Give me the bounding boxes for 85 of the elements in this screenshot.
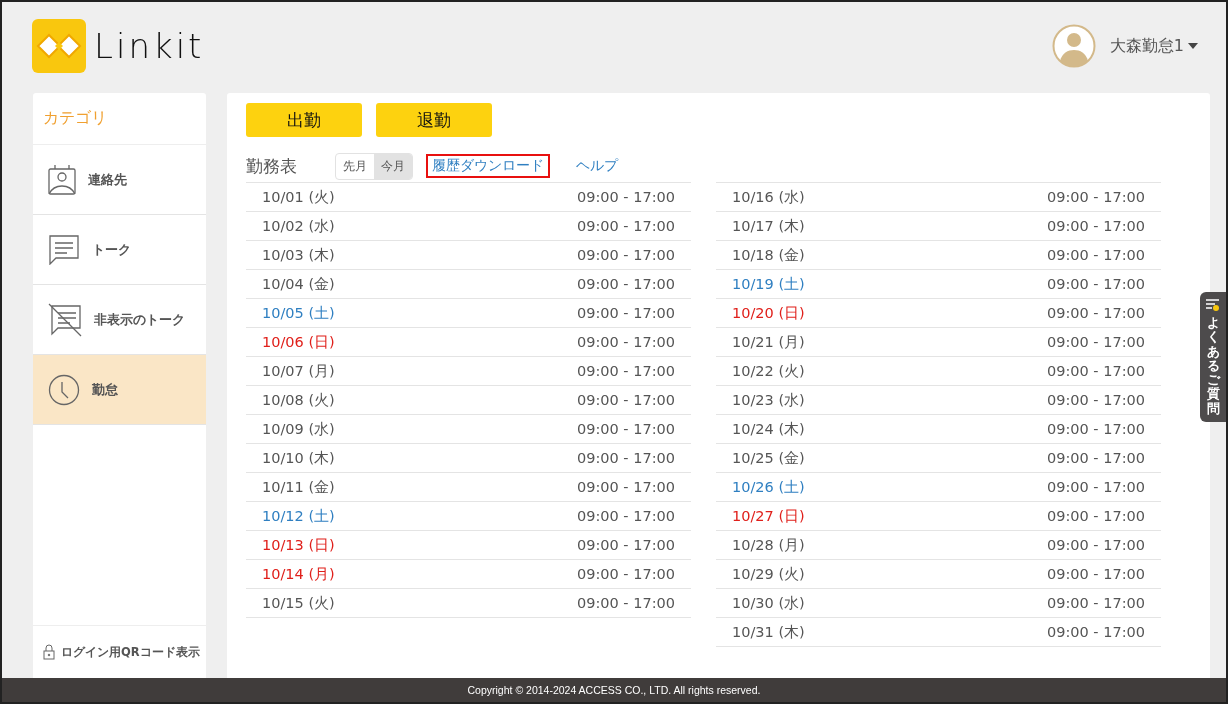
date-cell: 10/08 (火)	[262, 390, 335, 410]
time-cell: 09:00 - 17:00	[1046, 450, 1145, 466]
date-cell: 10/05 (土)	[262, 303, 335, 323]
date-cell: 10/27 (日)	[732, 506, 805, 526]
time-cell: 09:00 - 17:00	[576, 218, 675, 234]
time-cell: 09:00 - 17:00	[1046, 508, 1145, 524]
time-cell: 09:00 - 17:00	[1046, 305, 1145, 321]
time-cell: 09:00 - 17:00	[1046, 218, 1145, 234]
date-cell: 10/19 (土)	[732, 274, 805, 294]
date-cell: 10/09 (水)	[262, 419, 335, 439]
text-link[interactable]: 履歴ダウンロード	[426, 154, 550, 178]
copyright-text: Copyright © 2014-2024 ACCESS CO., LTD. All rights reserved.	[467, 684, 761, 696]
date-cell: 10/06 (日)	[262, 332, 335, 352]
date-cell: 10/15 (火)	[262, 593, 335, 613]
time-cell: 09:00 - 17:00	[1046, 566, 1145, 582]
time-cell: 09:00 - 17:00	[1046, 189, 1145, 205]
caret-icon[interactable]	[1188, 43, 1198, 49]
time-cell: 09:00 - 17:00	[576, 363, 675, 379]
time-cell: 09:00 - 17:00	[576, 450, 675, 466]
time-cell: 09:00 - 17:00	[1046, 392, 1145, 408]
date-cell: 10/10 (木)	[262, 448, 335, 468]
date-cell: 10/24 (木)	[732, 419, 805, 439]
date-cell: 10/11 (金)	[262, 477, 335, 497]
date-cell: 10/25 (金)	[732, 448, 805, 468]
logo-text: Linkit	[94, 26, 205, 66]
chat-bubble-icon	[48, 234, 80, 265]
text-link[interactable]: ヘルプ	[570, 154, 624, 178]
time-cell: 09:00 - 17:00	[576, 566, 675, 582]
time-cell: 09:00 - 17:00	[576, 334, 675, 350]
date-cell: 10/13 (日)	[262, 535, 335, 555]
date-cell: 10/22 (火)	[732, 361, 805, 381]
date-cell: 10/02 (水)	[262, 216, 335, 236]
user-menu[interactable]: 大森勤怠1	[1109, 35, 1184, 57]
date-cell: 10/30 (水)	[732, 593, 805, 613]
time-cell: 09:00 - 17:00	[576, 276, 675, 292]
date-cell: 10/20 (日)	[732, 303, 805, 323]
clock-icon	[48, 373, 80, 406]
time-cell: 09:00 - 17:00	[1046, 595, 1145, 611]
lock-icon	[43, 644, 55, 660]
time-cell: 09:00 - 17:00	[1046, 479, 1145, 495]
time-cell: 09:00 - 17:00	[1046, 363, 1145, 379]
month-tab[interactable]: 今月	[374, 153, 412, 179]
date-cell: 10/18 (金)	[732, 245, 805, 265]
date-cell: 10/26 (土)	[732, 477, 805, 497]
contact-card-icon	[48, 163, 76, 196]
date-cell: 10/23 (水)	[732, 390, 805, 410]
sidebar-item[interactable]: トーク	[33, 215, 206, 285]
date-cell: 10/03 (木)	[262, 245, 335, 265]
time-cell: 09:00 - 17:00	[1046, 334, 1145, 350]
date-cell: 10/17 (木)	[732, 216, 805, 236]
date-cell: 10/16 (水)	[732, 187, 805, 207]
date-cell: 10/12 (土)	[262, 506, 335, 526]
category-title: カテゴリ	[33, 93, 206, 145]
date-cell: 10/01 (火)	[262, 187, 335, 207]
time-cell: 09:00 - 17:00	[576, 421, 675, 437]
avatar-icon	[1051, 24, 1096, 68]
time-cell: 09:00 - 17:00	[576, 595, 675, 611]
time-cell: 09:00 - 17:00	[1046, 421, 1145, 437]
logo-icon	[32, 19, 86, 73]
time-cell: 09:00 - 17:00	[1046, 276, 1145, 292]
time-cell: 09:00 - 17:00	[576, 189, 675, 205]
timesheet-title: 勤務表	[246, 154, 297, 178]
date-cell: 10/14 (月)	[262, 564, 335, 584]
sidebar-item[interactable]: 勤怠	[33, 355, 206, 425]
time-cell: 09:00 - 17:00	[1046, 624, 1145, 640]
time-cell: 09:00 - 17:00	[576, 537, 675, 553]
date-cell: 10/29 (火)	[732, 564, 805, 584]
time-cell: 09:00 - 17:00	[1046, 537, 1145, 553]
time-cell: 09:00 - 17:00	[576, 247, 675, 263]
date-cell: 10/07 (月)	[262, 361, 335, 381]
time-cell: 09:00 - 17:00	[576, 305, 675, 321]
date-cell: 10/04 (金)	[262, 274, 335, 294]
date-cell: 10/28 (月)	[732, 535, 805, 555]
list-icon	[1206, 299, 1220, 312]
time-cell: 09:00 - 17:00	[576, 392, 675, 408]
month-tab[interactable]: 先月	[336, 153, 374, 179]
time-cell: 09:00 - 17:00	[576, 479, 675, 495]
hidden-chat-icon	[48, 302, 82, 337]
clock-button[interactable]: 退勤	[376, 103, 492, 137]
time-cell: 09:00 - 17:00	[576, 508, 675, 524]
sidebar-item[interactable]: 連絡先	[33, 145, 206, 215]
time-cell: 09:00 - 17:00	[1046, 247, 1145, 263]
date-cell: 10/31 (木)	[732, 622, 805, 642]
date-cell: 10/21 (月)	[732, 332, 805, 352]
clock-button[interactable]: 出勤	[246, 103, 362, 137]
